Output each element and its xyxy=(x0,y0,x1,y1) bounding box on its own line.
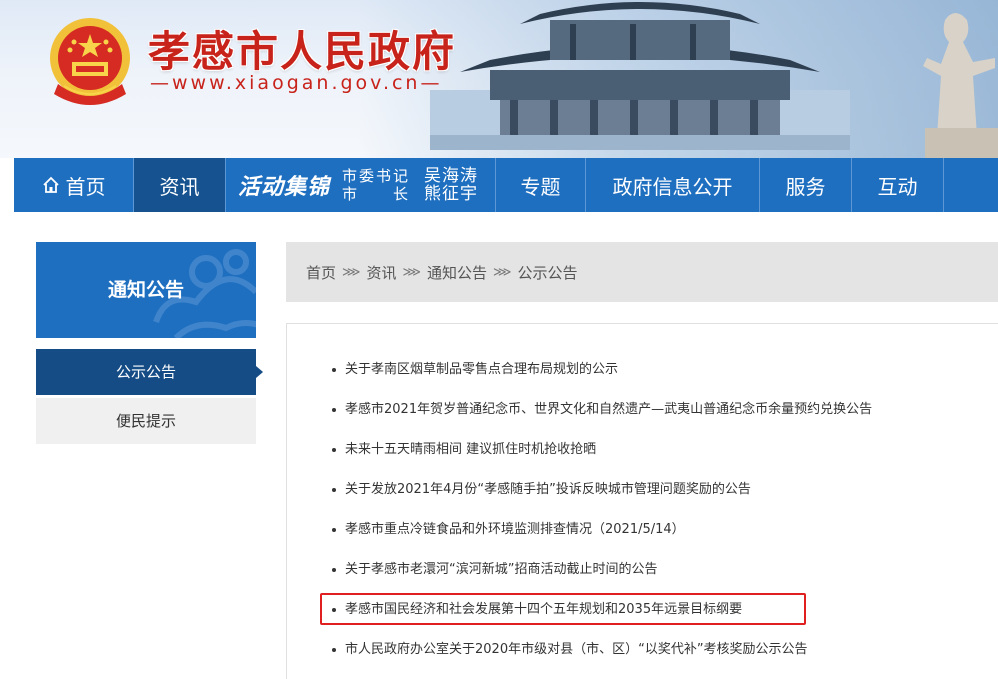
sidebar-heading: 通知公告 xyxy=(36,242,256,338)
list-item[interactable]: 孝感市2021年贺岁普通纪念币、世界文化和自然遗产—武夷山普通纪念币余量预约兑换… xyxy=(331,399,872,421)
nav-gov-info-label: 政府信息公开 xyxy=(612,174,733,199)
nav-service-label: 服务 xyxy=(785,174,826,199)
sidebar-item-public-notice[interactable]: 公示公告 xyxy=(36,349,263,395)
nav-news-label: 资讯 xyxy=(159,174,200,199)
notice-list: 关于孝南区烟草制品零售点合理布局规划的公示 孝感市2021年贺岁普通纪念币、世界… xyxy=(286,323,998,679)
nav-news[interactable]: 资讯 xyxy=(134,158,226,212)
breadcrumb-notices[interactable]: 通知公告 xyxy=(427,262,487,283)
breadcrumb-separator: ⋙ xyxy=(342,264,361,280)
nav-leaders: 市委书记 吴海涛 市长 熊征宇 xyxy=(342,167,478,203)
sidebar-heading-label: 通知公告 xyxy=(107,279,184,301)
breadcrumb-separator: ⋙ xyxy=(402,264,422,280)
list-item[interactable]: 关于孝南区烟草制品零售点合理布局规划的公示 xyxy=(331,359,618,381)
breadcrumb-separator: ⋙ xyxy=(493,264,512,280)
list-item[interactable]: 市人民政府办公室关于2020年市级对县（市、区）“以奖代补”考核奖励公示公告 xyxy=(332,639,808,661)
list-item[interactable]: 未来十五天晴雨相间 建议抓住时机抢收抢晒 xyxy=(331,439,596,461)
site-header: 孝感市人民政府 —www.xiaogan.gov.cn— xyxy=(0,0,998,158)
site-url: —www.xiaogan.gov.cn— xyxy=(150,72,443,94)
list-item[interactable]: 关于孝感市老澴河“滨河新城”招商活动截止时间的公告 xyxy=(331,559,657,581)
mayor-name[interactable]: 熊征宇 xyxy=(424,185,478,203)
nav-home-label: 首页 xyxy=(65,174,106,199)
nav-home[interactable]: 首页 xyxy=(14,158,134,212)
nav-interact-label: 互动 xyxy=(877,174,918,199)
breadcrumb-home[interactable]: 首页 xyxy=(306,262,336,283)
nav-service[interactable]: 服务 xyxy=(760,158,852,212)
secretary-name[interactable]: 吴海涛 xyxy=(424,167,478,185)
nav-special[interactable]: 专题 xyxy=(496,158,586,212)
list-item[interactable]: 关于发放2021年4月份“孝感随手拍”投诉反映城市管理问题奖励的公告 xyxy=(332,479,751,501)
statue-banner-image xyxy=(923,13,998,158)
list-item[interactable]: 孝感市重点冷链食品和外环境监测排查情况（2021/5/14） xyxy=(332,519,685,541)
nav-gov-info[interactable]: 政府信息公开 xyxy=(586,158,760,212)
sidebar-item-label: 便民提示 xyxy=(115,412,176,430)
nav-special-label: 专题 xyxy=(520,174,561,199)
pavilion-banner-image xyxy=(430,2,850,150)
home-icon xyxy=(42,176,59,193)
breadcrumb-news[interactable]: 资讯 xyxy=(367,262,397,283)
sidebar-item-label: 公示公告 xyxy=(115,363,176,381)
breadcrumb-public-notice[interactable]: 公示公告 xyxy=(518,262,578,283)
secretary-label: 市委书记 xyxy=(342,167,409,185)
site-title: 孝感市人民政府 xyxy=(148,27,457,76)
sidebar-item-convenience-tips[interactable]: 便民提示 xyxy=(36,398,256,444)
nav-more[interactable] xyxy=(944,158,998,212)
main-nav: 首页 资讯 活动集锦 市委书记 吴海涛 市长 熊征宇 专题 政府信息公开 服务 … xyxy=(14,158,998,212)
nav-activity[interactable]: 活动集锦 市委书记 吴海涛 市长 熊征宇 xyxy=(226,158,496,212)
breadcrumb: 首页 ⋙ 资讯 ⋙ 通知公告 ⋙ 公示公告 xyxy=(286,242,998,302)
nav-interact[interactable]: 互动 xyxy=(852,158,944,212)
mayor-label: 市长 xyxy=(342,185,409,203)
nav-activity-title: 活动集锦 xyxy=(238,175,331,200)
highlight-box xyxy=(320,593,806,625)
national-emblem-icon xyxy=(50,18,130,105)
